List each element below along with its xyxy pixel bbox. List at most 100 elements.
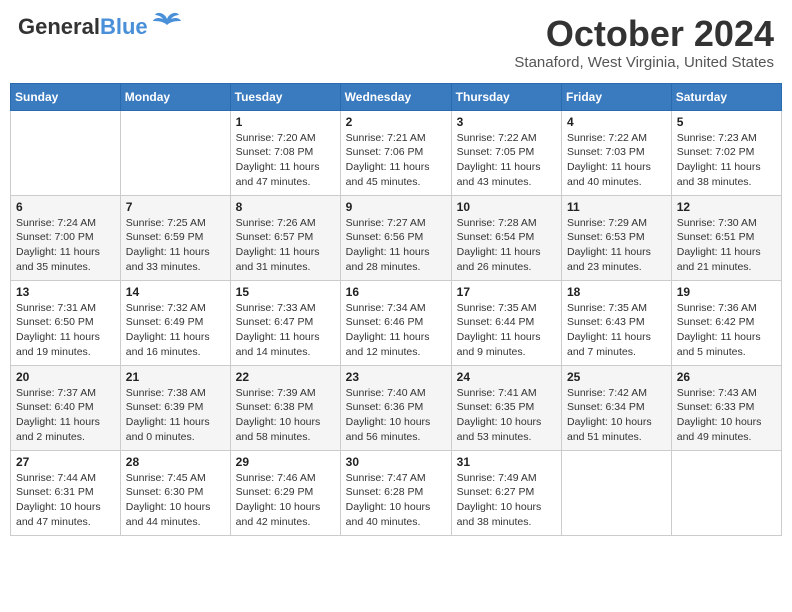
calendar-cell: 22 Sunrise: 7:39 AM Sunset: 6:38 PM Dayli… <box>230 365 340 450</box>
day-info: Sunrise: 7:21 AM Sunset: 7:06 PM Dayligh… <box>346 131 446 190</box>
day-info: Sunrise: 7:36 AM Sunset: 6:42 PM Dayligh… <box>677 301 776 360</box>
day-info: Sunrise: 7:22 AM Sunset: 7:03 PM Dayligh… <box>567 131 666 190</box>
day-info: Sunrise: 7:38 AM Sunset: 6:39 PM Dayligh… <box>126 386 225 445</box>
day-info: Sunrise: 7:32 AM Sunset: 6:49 PM Dayligh… <box>126 301 225 360</box>
calendar-cell: 24 Sunrise: 7:41 AM Sunset: 6:35 PM Dayli… <box>451 365 561 450</box>
day-number: 29 <box>236 455 335 469</box>
calendar-cell: 16Sunrise: 7:34 AM Sunset: 6:46 PM Dayli… <box>340 280 451 365</box>
calendar-cell: 8 Sunrise: 7:26 AM Sunset: 6:57 PM Daylig… <box>230 195 340 280</box>
day-number: 3 <box>457 115 556 129</box>
calendar-cell: 26 Sunrise: 7:43 AM Sunset: 6:33 PM Dayli… <box>671 365 781 450</box>
day-info: Sunrise: 7:42 AM Sunset: 6:34 PM Dayligh… <box>567 386 666 445</box>
logo-bird-icon <box>153 11 181 33</box>
day-info: Sunrise: 7:25 AM Sunset: 6:59 PM Dayligh… <box>126 216 225 275</box>
calendar-cell: 18 Sunrise: 7:35 AM Sunset: 6:43 PM Dayli… <box>562 280 672 365</box>
calendar-cell: 15Sunrise: 7:33 AM Sunset: 6:47 PM Dayli… <box>230 280 340 365</box>
day-number: 21 <box>126 370 225 384</box>
calendar-cell: 21 Sunrise: 7:38 AM Sunset: 6:39 PM Dayli… <box>120 365 230 450</box>
calendar-cell: 20 Sunrise: 7:37 AM Sunset: 6:40 PM Dayli… <box>11 365 121 450</box>
location-title: Stanaford, West Virginia, United States <box>514 54 774 71</box>
day-info: Sunrise: 7:24 AM Sunset: 7:00 PM Dayligh… <box>16 216 115 275</box>
calendar-table: SundayMondayTuesdayWednesdayThursdayFrid… <box>10 83 782 536</box>
day-number: 18 <box>567 285 666 299</box>
calendar-cell: 4 Sunrise: 7:22 AM Sunset: 7:03 PM Daylig… <box>562 110 672 195</box>
day-info: Sunrise: 7:40 AM Sunset: 6:36 PM Dayligh… <box>346 386 446 445</box>
calendar-cell: 9 Sunrise: 7:27 AM Sunset: 6:56 PM Daylig… <box>340 195 451 280</box>
calendar-cell <box>562 450 672 535</box>
day-info: Sunrise: 7:26 AM Sunset: 6:57 PM Dayligh… <box>236 216 335 275</box>
day-number: 4 <box>567 115 666 129</box>
day-number: 2 <box>346 115 446 129</box>
day-number: 23 <box>346 370 446 384</box>
calendar-day-header: Sunday <box>11 83 121 110</box>
calendar-cell: 12 Sunrise: 7:30 AM Sunset: 6:51 PM Dayli… <box>671 195 781 280</box>
calendar-week-row: 6 Sunrise: 7:24 AM Sunset: 7:00 PM Daylig… <box>11 195 782 280</box>
logo: GeneralBlue <box>18 14 181 40</box>
calendar-day-header: Monday <box>120 83 230 110</box>
day-number: 9 <box>346 200 446 214</box>
day-number: 25 <box>567 370 666 384</box>
calendar-cell: 13Sunrise: 7:31 AM Sunset: 6:50 PM Dayli… <box>11 280 121 365</box>
day-number: 20 <box>16 370 115 384</box>
day-number: 11 <box>567 200 666 214</box>
calendar-cell: 19Sunrise: 7:36 AM Sunset: 6:42 PM Dayli… <box>671 280 781 365</box>
day-info: Sunrise: 7:28 AM Sunset: 6:54 PM Dayligh… <box>457 216 556 275</box>
calendar-cell: 25 Sunrise: 7:42 AM Sunset: 6:34 PM Dayli… <box>562 365 672 450</box>
day-number: 14 <box>126 285 225 299</box>
calendar-cell <box>671 450 781 535</box>
day-number: 8 <box>236 200 335 214</box>
day-info: Sunrise: 7:35 AM Sunset: 6:43 PM Dayligh… <box>567 301 666 360</box>
day-info: Sunrise: 7:29 AM Sunset: 6:53 PM Dayligh… <box>567 216 666 275</box>
day-info: Sunrise: 7:49 AM Sunset: 6:27 PM Dayligh… <box>457 471 556 530</box>
calendar-cell: 11 Sunrise: 7:29 AM Sunset: 6:53 PM Dayli… <box>562 195 672 280</box>
calendar-cell: 27 Sunrise: 7:44 AM Sunset: 6:31 PM Dayli… <box>11 450 121 535</box>
calendar-cell: 7Sunrise: 7:25 AM Sunset: 6:59 PM Daylig… <box>120 195 230 280</box>
day-info: Sunrise: 7:30 AM Sunset: 6:51 PM Dayligh… <box>677 216 776 275</box>
day-number: 30 <box>346 455 446 469</box>
day-info: Sunrise: 7:41 AM Sunset: 6:35 PM Dayligh… <box>457 386 556 445</box>
page-header: GeneralBlue October 2024 Stanaford, West… <box>10 10 782 75</box>
calendar-cell: 5Sunrise: 7:23 AM Sunset: 7:02 PM Daylig… <box>671 110 781 195</box>
calendar-day-header: Saturday <box>671 83 781 110</box>
day-number: 26 <box>677 370 776 384</box>
calendar-cell: 14 Sunrise: 7:32 AM Sunset: 6:49 PM Dayli… <box>120 280 230 365</box>
calendar-cell: 29 Sunrise: 7:46 AM Sunset: 6:29 PM Dayli… <box>230 450 340 535</box>
day-number: 12 <box>677 200 776 214</box>
day-info: Sunrise: 7:43 AM Sunset: 6:33 PM Dayligh… <box>677 386 776 445</box>
month-title: October 2024 <box>514 14 774 54</box>
calendar-cell: 1 Sunrise: 7:20 AM Sunset: 7:08 PM Daylig… <box>230 110 340 195</box>
day-info: Sunrise: 7:33 AM Sunset: 6:47 PM Dayligh… <box>236 301 335 360</box>
calendar-cell <box>120 110 230 195</box>
day-info: Sunrise: 7:45 AM Sunset: 6:30 PM Dayligh… <box>126 471 225 530</box>
day-info: Sunrise: 7:44 AM Sunset: 6:31 PM Dayligh… <box>16 471 115 530</box>
day-info: Sunrise: 7:27 AM Sunset: 6:56 PM Dayligh… <box>346 216 446 275</box>
calendar-cell: 23 Sunrise: 7:40 AM Sunset: 6:36 PM Dayli… <box>340 365 451 450</box>
day-info: Sunrise: 7:46 AM Sunset: 6:29 PM Dayligh… <box>236 471 335 530</box>
calendar-week-row: 1 Sunrise: 7:20 AM Sunset: 7:08 PM Daylig… <box>11 110 782 195</box>
calendar-cell: 17Sunrise: 7:35 AM Sunset: 6:44 PM Dayli… <box>451 280 561 365</box>
calendar-cell: 30 Sunrise: 7:47 AM Sunset: 6:28 PM Dayli… <box>340 450 451 535</box>
day-number: 13 <box>16 285 115 299</box>
day-number: 6 <box>16 200 115 214</box>
day-info: Sunrise: 7:34 AM Sunset: 6:46 PM Dayligh… <box>346 301 446 360</box>
day-number: 31 <box>457 455 556 469</box>
day-number: 22 <box>236 370 335 384</box>
calendar-cell <box>11 110 121 195</box>
day-info: Sunrise: 7:47 AM Sunset: 6:28 PM Dayligh… <box>346 471 446 530</box>
day-number: 17 <box>457 285 556 299</box>
day-number: 24 <box>457 370 556 384</box>
calendar-cell: 3 Sunrise: 7:22 AM Sunset: 7:05 PM Daylig… <box>451 110 561 195</box>
day-info: Sunrise: 7:22 AM Sunset: 7:05 PM Dayligh… <box>457 131 556 190</box>
day-number: 27 <box>16 455 115 469</box>
day-info: Sunrise: 7:37 AM Sunset: 6:40 PM Dayligh… <box>16 386 115 445</box>
logo-text: GeneralBlue <box>18 14 148 40</box>
calendar-week-row: 27 Sunrise: 7:44 AM Sunset: 6:31 PM Dayli… <box>11 450 782 535</box>
day-number: 28 <box>126 455 225 469</box>
calendar-cell: 28 Sunrise: 7:45 AM Sunset: 6:30 PM Dayli… <box>120 450 230 535</box>
day-info: Sunrise: 7:20 AM Sunset: 7:08 PM Dayligh… <box>236 131 335 190</box>
day-number: 1 <box>236 115 335 129</box>
day-number: 5 <box>677 115 776 129</box>
calendar-cell: 6 Sunrise: 7:24 AM Sunset: 7:00 PM Daylig… <box>11 195 121 280</box>
calendar-cell: 31 Sunrise: 7:49 AM Sunset: 6:27 PM Dayli… <box>451 450 561 535</box>
day-info: Sunrise: 7:39 AM Sunset: 6:38 PM Dayligh… <box>236 386 335 445</box>
